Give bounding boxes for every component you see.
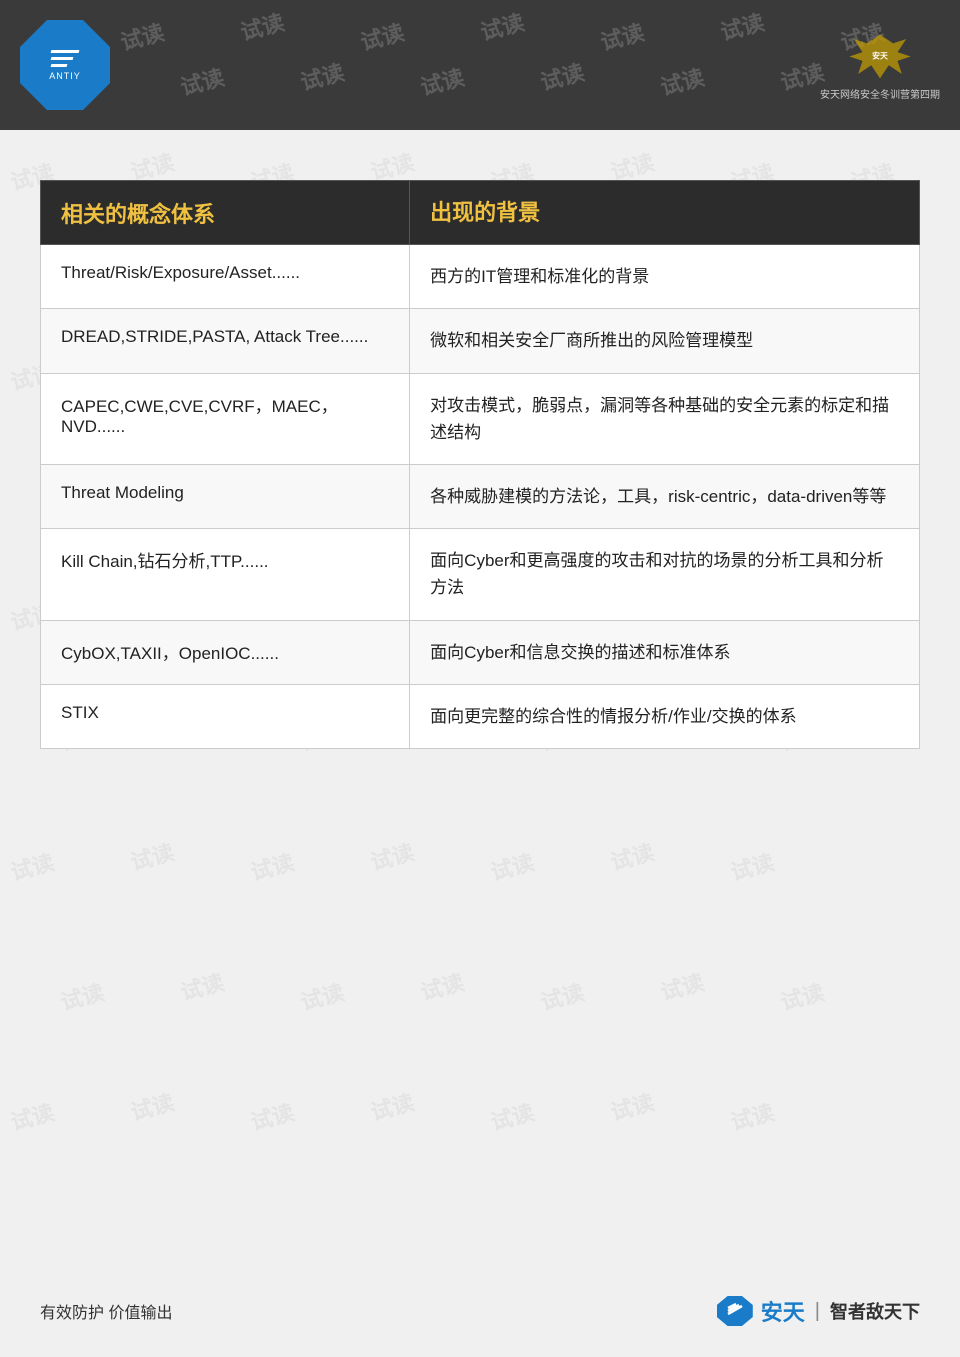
bwm58: 试读 (7, 1095, 58, 1137)
bwm59: 试读 (127, 1085, 178, 1127)
table-cell-left: Kill Chain,钻石分析,TTP...... (41, 529, 410, 620)
header: 试读 试读 试读 试读 试读 试读 试读 试读 试读 试读 试读 试读 试读 试… (0, 0, 960, 130)
bwm57: 试读 (777, 975, 828, 1017)
table-cell-right: 面向Cyber和更高强度的攻击和对抗的场景的分析工具和分析方法 (410, 529, 920, 620)
bwm54: 试读 (417, 965, 468, 1007)
table-cell-left: Threat/Risk/Exposure/Asset...... (41, 245, 410, 309)
bwm52: 试读 (177, 965, 228, 1007)
table-cell-left: Threat Modeling (41, 464, 410, 528)
table-row: CAPEC,CWE,CVE,CVRF，MAEC，NVD......对攻击模式，脆… (41, 373, 920, 464)
bwm46: 试读 (247, 845, 298, 887)
table-row: DREAD,STRIDE,PASTA, Attack Tree......微软和… (41, 309, 920, 373)
table-row: Kill Chain,钻石分析,TTP......面向Cyber和更高强度的攻击… (41, 529, 920, 620)
logo-lines (51, 50, 79, 67)
bwm64: 试读 (727, 1095, 778, 1137)
bwm51: 试读 (57, 975, 108, 1017)
wm12: 试读 (537, 55, 588, 97)
bwm49: 试读 (607, 835, 658, 877)
right-logo-sub: 安天网络安全冬训营第四期 (820, 86, 940, 101)
content-table: 相关的概念体系 出现的背景 Threat/Risk/Exposure/Asset… (40, 180, 920, 749)
bwm48: 试读 (487, 845, 538, 887)
footer: 有效防护 价值输出 安天 | 智者敌天下 (0, 1295, 960, 1327)
bwm44: 试读 (7, 845, 58, 887)
footer-left-text: 有效防护 价值输出 (40, 1299, 172, 1323)
footer-antiy-icon (717, 1296, 753, 1326)
bwm56: 试读 (657, 965, 708, 1007)
header-right-logo: 安天 安天网络安全冬训营第四期 (820, 29, 940, 101)
wm11: 试读 (417, 60, 468, 102)
table-cell-left: CybOX,TAXII，OpenIOC...... (41, 620, 410, 684)
bwm62: 试读 (487, 1095, 538, 1137)
wm13: 试读 (657, 60, 708, 102)
logo-line-3 (51, 64, 68, 67)
footer-icon-svg (725, 1302, 745, 1320)
header-col-right: 出现的背景 (410, 181, 920, 245)
header-watermarks: 试读 试读 试读 试读 试读 试读 试读 试读 试读 试读 试读 试读 试读 试… (0, 0, 960, 130)
bwm53: 试读 (297, 975, 348, 1017)
table-cell-right: 各种威胁建模的方法论，工具，risk-centric，data-driven等等 (410, 464, 920, 528)
footer-right: 安天 | 智者敌天下 (717, 1295, 920, 1327)
bwm60: 试读 (247, 1095, 298, 1137)
logo-text: ANTIY (49, 71, 81, 81)
footer-separator: | (815, 1300, 820, 1323)
table-cell-left: STIX (41, 684, 410, 748)
wm9: 试读 (177, 60, 228, 102)
table-header-row: 相关的概念体系 出现的背景 (41, 181, 920, 245)
bwm63: 试读 (607, 1085, 658, 1127)
bwm50: 试读 (727, 845, 778, 887)
bwm61: 试读 (367, 1085, 418, 1127)
table-cell-right: 对攻击模式，脆弱点，漏洞等各种基础的安全元素的标定和描述结构 (410, 373, 920, 464)
svg-text:安天: 安天 (872, 50, 888, 60)
logo-line-2 (51, 57, 74, 60)
table-cell-left: DREAD,STRIDE,PASTA, Attack Tree...... (41, 309, 410, 373)
table-cell-right: 微软和相关安全厂商所推出的风险管理模型 (410, 309, 920, 373)
footer-slogan: 智者敌天下 (830, 1298, 920, 1324)
table-row: CybOX,TAXII，OpenIOC......面向Cyber和信息交换的描述… (41, 620, 920, 684)
table-cell-right: 面向Cyber和信息交换的描述和标准体系 (410, 620, 920, 684)
footer-antiy-text: 安天 (761, 1295, 805, 1327)
table-row: STIX面向更完整的综合性的情报分析/作业/交换的体系 (41, 684, 920, 748)
logo-line-1 (51, 50, 80, 53)
table-cell-left: CAPEC,CWE,CVE,CVRF，MAEC，NVD...... (41, 373, 410, 464)
table-row: Threat Modeling各种威胁建模的方法论，工具，risk-centri… (41, 464, 920, 528)
header-logo: ANTIY (20, 20, 110, 110)
table-body: Threat/Risk/Exposure/Asset......西方的IT管理和… (41, 245, 920, 749)
bwm47: 试读 (367, 835, 418, 877)
wm5: 试读 (597, 15, 648, 57)
wm6: 试读 (717, 5, 768, 47)
wm2: 试读 (237, 5, 288, 47)
right-logo-svg: 安天 (845, 29, 915, 84)
table-cell-right: 西方的IT管理和标准化的背景 (410, 245, 920, 309)
bwm45: 试读 (127, 835, 178, 877)
table-cell-right: 面向更完整的综合性的情报分析/作业/交换的体系 (410, 684, 920, 748)
wm4: 试读 (477, 5, 528, 47)
main-content: 相关的概念体系 出现的背景 Threat/Risk/Exposure/Asset… (0, 130, 960, 779)
table-row: Threat/Risk/Exposure/Asset......西方的IT管理和… (41, 245, 920, 309)
wm1: 试读 (117, 15, 168, 57)
bwm55: 试读 (537, 975, 588, 1017)
header-col-left: 相关的概念体系 (41, 181, 410, 245)
wm10: 试读 (297, 55, 348, 97)
wm3: 试读 (357, 15, 408, 57)
